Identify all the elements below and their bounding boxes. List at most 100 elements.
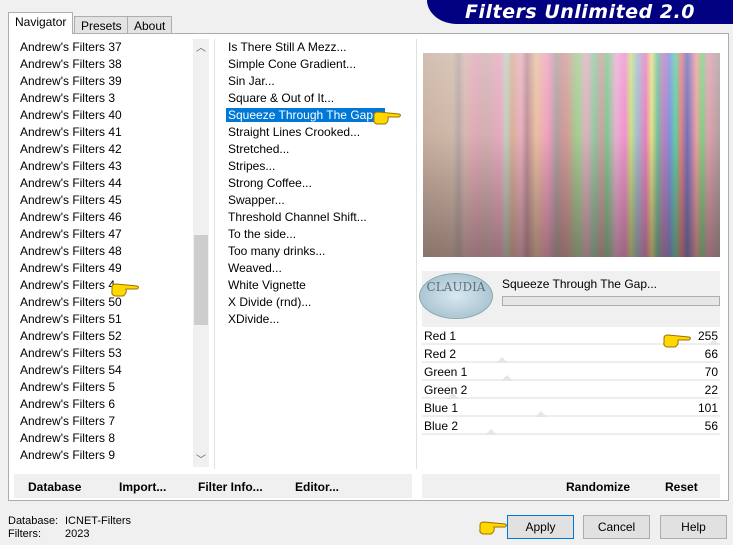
filter-info-button[interactable]: Filter Info... [198, 480, 263, 494]
divider [416, 39, 417, 469]
category-item[interactable]: Andrew's Filters 8 [20, 430, 115, 447]
filter-item-label: Is There Still A Mezz... [228, 40, 347, 54]
param-label: Blue 1 [424, 401, 459, 415]
database-value: ICNET-Filters [65, 515, 131, 527]
category-item-label: Andrew's Filters 48 [20, 244, 122, 258]
category-item-label: Andrew's Filters 49 [20, 261, 122, 275]
category-item[interactable]: Andrew's Filters 53 [20, 345, 122, 362]
param-slider-blue-2[interactable]: Blue 2 56 [422, 418, 720, 435]
slider-thumb[interactable] [708, 339, 720, 345]
category-item[interactable]: Andrew's Filters 38 [20, 56, 122, 73]
param-label: Red 1 [424, 329, 457, 343]
filter-item-label: X Divide (rnd)... [228, 295, 312, 309]
filter-item-label: Threshold Channel Shift... [228, 210, 367, 224]
category-list[interactable]: Andrew's Filters 37 Andrew's Filters 38 An… [20, 39, 192, 467]
category-item-label: Andrew's Filters 54 [20, 363, 122, 377]
category-item[interactable]: Andrew's Filters 46 [20, 209, 122, 226]
filter-item[interactable]: Weaved... [228, 260, 282, 277]
filter-item[interactable]: Threshold Channel Shift... [228, 209, 367, 226]
category-scrollbar[interactable]: ︿ ﹀ [193, 39, 209, 467]
category-item[interactable]: Andrew's Filters 40 [20, 107, 122, 124]
filter-item[interactable]: White Vignette [228, 277, 306, 294]
cancel-button[interactable]: Cancel [583, 515, 650, 539]
category-item[interactable]: Andrew's Filters 49 [20, 260, 122, 277]
filter-item[interactable]: Stripes... [228, 158, 275, 175]
filter-item[interactable]: Simple Cone Gradient... [228, 56, 356, 73]
category-item[interactable]: Andrew's Filters 6 [20, 396, 115, 413]
pointing-hand-icon [479, 521, 507, 535]
category-item[interactable]: Andrew's Filters 7 [20, 413, 115, 430]
editor-button[interactable]: Editor... [295, 480, 339, 494]
param-label: Green 2 [424, 383, 468, 397]
category-item[interactable]: Andrew's Filters 5 [20, 379, 115, 396]
apply-button[interactable]: Apply [507, 515, 574, 539]
category-item-label: Andrew's Filters 3 [20, 91, 115, 105]
category-item[interactable]: Andrew's Filters 52 [20, 328, 122, 345]
filter-item[interactable]: Is There Still A Mezz... [228, 39, 347, 56]
slider-thumb[interactable] [446, 393, 459, 399]
category-item[interactable]: Andrew's Filters 47 [20, 226, 122, 243]
filter-item[interactable]: Sin Jar... [228, 73, 275, 90]
filter-item[interactable]: Straight Lines Crooked... [228, 124, 360, 141]
param-slider-green-1[interactable]: Green 1 70 [422, 364, 720, 381]
filter-item[interactable]: To the side... [228, 226, 296, 243]
category-item-label: Andrew's Filters 37 [20, 40, 122, 54]
category-item[interactable]: Andrew's Filters 41 [20, 124, 122, 141]
slider-thumb[interactable] [500, 375, 513, 381]
filter-item[interactable]: Squeeze Through The Gap... [226, 107, 385, 124]
tab-about[interactable]: About [127, 16, 173, 34]
param-slider-green-2[interactable]: Green 2 22 [422, 382, 720, 399]
param-label: Red 2 [424, 347, 457, 361]
filter-item[interactable]: Too many drinks... [228, 243, 325, 260]
category-item-label: Andrew's Filters 7 [20, 414, 115, 428]
filter-item-label: Straight Lines Crooked... [228, 125, 361, 139]
progress-bar [502, 296, 720, 306]
filter-list[interactable]: Is There Still A Mezz... Simple Cone Grad… [226, 39, 408, 339]
filter-item-label: Sin Jar... [228, 74, 275, 88]
category-item[interactable]: Andrew's Filters 4 [20, 277, 115, 294]
slider-thumb[interactable] [535, 411, 548, 417]
reset-button[interactable]: Reset [665, 480, 698, 494]
category-item[interactable]: Andrew's Filters 39 [20, 73, 122, 90]
category-item[interactable]: Andrew's Filters 50 [20, 294, 122, 311]
help-button[interactable]: Help [660, 515, 727, 539]
filter-item[interactable]: Strong Coffee... [228, 175, 312, 192]
category-item-label: Andrew's Filters 4 [20, 278, 115, 292]
filter-item[interactable]: X Divide (rnd)... [228, 294, 311, 311]
import-button[interactable]: Import... [119, 480, 166, 494]
filter-item[interactable]: Stretched... [228, 141, 289, 158]
category-item-label: Andrew's Filters 9 [20, 448, 115, 462]
category-item[interactable]: Andrew's Filters 43 [20, 158, 122, 175]
param-slider-blue-1[interactable]: Blue 1 101 [422, 400, 720, 417]
database-button[interactable]: Database [28, 480, 81, 494]
scroll-down-icon[interactable]: ﹀ [193, 451, 209, 468]
filter-item[interactable]: Swapper... [228, 192, 285, 209]
randomize-button[interactable]: Randomize [566, 480, 630, 494]
category-item[interactable]: Andrew's Filters 51 [20, 311, 122, 328]
category-item[interactable]: Andrew's Filters 37 [20, 39, 122, 56]
category-item[interactable]: Andrew's Filters 9 [20, 447, 115, 464]
slider-thumb[interactable] [484, 429, 497, 435]
scrollbar-thumb[interactable] [194, 235, 208, 325]
tab-navigator[interactable]: Navigator [8, 12, 74, 34]
scroll-up-icon[interactable]: ︿ [193, 39, 209, 56]
filter-item[interactable]: Square & Out of It... [228, 90, 334, 107]
category-item-label: Andrew's Filters 42 [20, 142, 122, 156]
filter-item[interactable]: XDivide... [228, 311, 279, 328]
category-item[interactable]: Andrew's Filters 42 [20, 141, 122, 158]
param-value: 56 [704, 419, 718, 433]
param-label: Green 1 [424, 365, 468, 379]
param-value: 22 [704, 383, 718, 397]
filter-item-label: Swapper... [228, 193, 285, 207]
category-item[interactable]: Andrew's Filters 54 [20, 362, 122, 379]
tab-presets[interactable]: Presets [74, 16, 129, 34]
category-item-label: Andrew's Filters 45 [20, 193, 122, 207]
category-item[interactable]: Andrew's Filters 44 [20, 175, 122, 192]
filters-count: 2023 [65, 528, 90, 540]
slider-thumb[interactable] [496, 357, 509, 363]
category-item[interactable]: Andrew's Filters 48 [20, 243, 122, 260]
category-item[interactable]: Andrew's Filters 45 [20, 192, 122, 209]
filter-item-label: Stripes... [228, 159, 276, 173]
category-item[interactable]: Andrew's Filters 3 [20, 90, 115, 107]
filter-item-label: Strong Coffee... [228, 176, 312, 190]
